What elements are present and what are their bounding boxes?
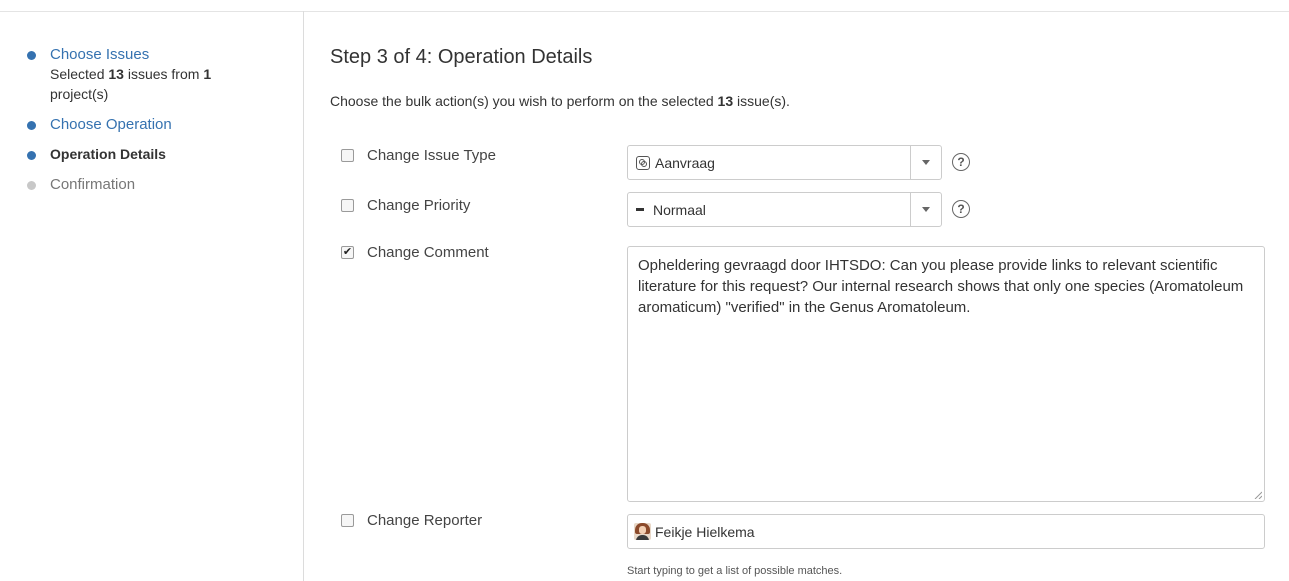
page-title: Step 3 of 4: Operation Details — [330, 46, 593, 68]
comment-textarea[interactable]: Opheldering gevraagd door IHTSDO: Can yo… — [627, 246, 1265, 502]
bulk-steps-nav: Choose Issues Selected 13 issues from 1 … — [22, 45, 282, 205]
step-label[interactable]: Choose Issues — [50, 45, 282, 64]
step-operation-details: Operation Details — [22, 145, 282, 164]
priority-select[interactable]: Normaal — [627, 192, 942, 227]
comment-text: Opheldering gevraagd door IHTSDO: Can yo… — [638, 257, 1244, 316]
top-divider — [0, 11, 1289, 12]
issue-type-select[interactable]: Aanvraag — [627, 145, 942, 180]
step-dot-icon — [27, 121, 36, 130]
step-choose-operation[interactable]: Choose Operation — [22, 115, 282, 134]
priority-medium-icon — [636, 208, 644, 211]
reporter-hint: Start typing to get a list of possible m… — [627, 565, 843, 577]
step-confirmation: Confirmation — [22, 175, 282, 194]
step-dot-icon — [27, 181, 36, 190]
chevron-down-icon[interactable] — [910, 146, 941, 179]
intro-text: Choose the bulk action(s) you wish to pe… — [330, 93, 790, 109]
step-label: Operation Details — [50, 146, 166, 162]
step-choose-issues[interactable]: Choose Issues Selected 13 issues from 1 … — [22, 45, 282, 104]
change-reporter-checkbox[interactable] — [341, 514, 354, 527]
change-issue-type-checkbox[interactable] — [341, 149, 354, 162]
change-priority-option[interactable]: Change Priority — [341, 197, 470, 214]
help-icon[interactable]: ? — [952, 153, 970, 171]
reporter-picker-input[interactable]: Feikje Hielkema — [627, 514, 1265, 549]
change-reporter-option[interactable]: Change Reporter — [341, 512, 482, 529]
step-dot-icon — [27, 151, 36, 160]
reporter-value: Feikje Hielkema — [655, 523, 755, 540]
change-priority-checkbox[interactable] — [341, 199, 354, 212]
user-avatar — [634, 523, 651, 540]
resize-grip-icon[interactable] — [1254, 491, 1262, 499]
change-issue-type-option[interactable]: Change Issue Type — [341, 147, 496, 164]
issue-type-value: Aanvraag — [655, 154, 715, 171]
priority-value: Normaal — [653, 201, 706, 218]
chevron-down-icon[interactable] — [910, 193, 941, 226]
step-dot-icon — [27, 51, 36, 60]
change-comment-checkbox[interactable]: ✔ — [341, 246, 354, 259]
step-description: Selected 13 issues from 1 project(s) — [50, 66, 212, 102]
step-label[interactable]: Choose Operation — [50, 115, 282, 134]
change-comment-option[interactable]: ✔ Change Comment — [341, 244, 489, 261]
sidebar-divider — [303, 11, 304, 581]
help-icon[interactable]: ? — [952, 200, 970, 218]
step-label: Confirmation — [50, 176, 136, 193]
request-type-icon — [636, 155, 650, 170]
